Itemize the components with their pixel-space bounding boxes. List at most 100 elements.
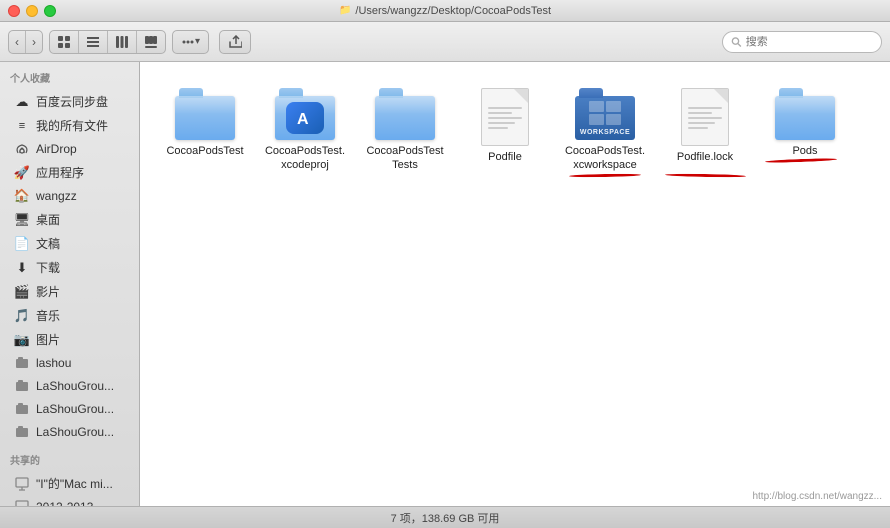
sidebar-label-lashougroup1: LaShouGrou... (36, 379, 114, 393)
folder-icon-testtest (375, 88, 435, 140)
sidebar-item-wangzz[interactable]: 🏠 wangzz (4, 185, 135, 207)
file-label-cocoatest: CocoaPodsTest (166, 144, 243, 158)
sidebar-item-apps[interactable]: 🚀 应用程序 (4, 161, 135, 184)
svg-text:A: A (297, 111, 309, 128)
lashougroup2-icon (14, 401, 30, 417)
sidebar-label-movies: 影片 (36, 283, 60, 300)
sidebar-label-lashou: lashou (36, 356, 71, 370)
sidebar-item-movies[interactable]: 🎬 影片 (4, 280, 135, 303)
2012-icon (14, 499, 30, 506)
sidebar-section-shared: 共享的 (0, 444, 139, 471)
apps-icon: 🚀 (14, 165, 30, 181)
file-label-xcodeproj: CocoaPodsTest.xcodeproj (264, 144, 346, 173)
file-label-testtest: CocoaPodsTestTests (364, 144, 446, 173)
file-podfile[interactable]: Podfile (460, 82, 550, 179)
file-label-workspace: CocoaPodsTest.xcworkspace (564, 144, 646, 173)
photos-icon: 📷 (14, 332, 30, 348)
back-button[interactable]: ‹ (9, 31, 26, 53)
sidebar-item-music[interactable]: 🎵 音乐 (4, 304, 135, 327)
folder-icon-cocoatest (175, 88, 235, 140)
lashougroup3-icon (14, 424, 30, 440)
sidebar-item-baidu[interactable]: ☁ 百度云同步盘 (4, 90, 135, 113)
doc-icon-podfile (481, 88, 529, 146)
sidebar-item-downloads[interactable]: ⬇ 下载 (4, 256, 135, 279)
content-area: CocoaPodsTest A CocoaPodsTest.xcodeproj (140, 62, 890, 506)
search-input[interactable] (746, 36, 873, 48)
airdrop-icon (14, 141, 30, 157)
sidebar-item-airdrop[interactable]: AirDrop (4, 138, 135, 160)
toolbar: ‹ › (0, 22, 890, 62)
file-label-podfile: Podfile (488, 150, 522, 164)
coverflow-view-button[interactable] (137, 31, 165, 53)
file-pods[interactable]: Pods (760, 82, 850, 164)
window-controls (8, 5, 56, 17)
list-view-button[interactable] (79, 31, 108, 53)
file-workspace[interactable]: WORKSPACE CocoaPodsTest.xcworkspace (560, 82, 650, 179)
sidebar-label-music: 音乐 (36, 307, 60, 324)
sidebar-label-lashougroup3: LaShouGrou... (36, 425, 114, 439)
file-podfilelock[interactable]: Podfile.lock (660, 82, 750, 179)
file-xcodeproj[interactable]: A CocoaPodsTest.xcodeproj (260, 82, 350, 179)
statusbar: 7 项，138.69 GB 可用 (0, 506, 890, 528)
red-underline-pods (764, 158, 836, 164)
lashougroup1-icon (14, 378, 30, 394)
baidu-icon: ☁ (14, 94, 30, 110)
sidebar-label-desktop: 桌面 (36, 211, 60, 228)
sidebar-item-lashou[interactable]: lashou (4, 352, 135, 374)
sidebar: 个人收藏 ☁ 百度云同步盘 ≡ 我的所有文件 AirDrop 🚀 应用程序 🏠 (0, 62, 140, 506)
wangzz-icon: 🏠 (14, 188, 30, 204)
mymac-icon (14, 476, 30, 492)
watermark: http://blog.csdn.net/wangzz... (752, 491, 882, 502)
docs-icon: 📄 (14, 236, 30, 252)
lashou-icon (14, 355, 30, 371)
sidebar-item-desktop[interactable]: 🖥 桌面 (4, 208, 135, 231)
close-button[interactable] (8, 5, 20, 17)
forward-button[interactable]: › (26, 31, 42, 53)
main-area: 个人收藏 ☁ 百度云同步盘 ≡ 我的所有文件 AirDrop 🚀 应用程序 🏠 (0, 62, 890, 506)
titlebar-path: 📁 /Users/wangzz/Desktop/CocoaPodsTest (339, 5, 551, 17)
column-view-button[interactable] (108, 31, 137, 53)
files-grid: CocoaPodsTest A CocoaPodsTest.xcodeproj (160, 82, 870, 179)
items-count: 7 项，138.69 GB 可用 (391, 510, 500, 526)
sidebar-item-mymac[interactable]: "I"的"Mac mi... (4, 472, 135, 495)
folder-icon-xcodeproj: A (275, 88, 335, 140)
desktop-icon: 🖥 (14, 212, 30, 228)
view-btn-group (49, 30, 166, 54)
sidebar-item-docs[interactable]: 📄 文稿 (4, 232, 135, 255)
downloads-icon: ⬇ (14, 260, 30, 276)
folder-icon-pods (775, 88, 835, 140)
workspace-icon: WORKSPACE (575, 88, 635, 140)
sidebar-item-photos[interactable]: 📷 图片 (4, 328, 135, 351)
sidebar-label-docs: 文稿 (36, 235, 60, 252)
sidebar-section-personal: 个人收藏 (0, 62, 139, 89)
red-underline-workspace (569, 173, 641, 177)
sidebar-item-2012[interactable]: 2012-2013... (4, 496, 135, 506)
file-label-pods: Pods (792, 144, 817, 158)
allfiles-icon: ≡ (14, 118, 30, 134)
search-box (722, 31, 882, 53)
movies-icon: 🎬 (14, 284, 30, 300)
minimize-button[interactable] (26, 5, 38, 17)
search-icon (731, 36, 742, 48)
file-label-podfilelock: Podfile.lock (677, 150, 733, 164)
sidebar-label-allfiles: 我的所有文件 (36, 117, 108, 134)
action-button[interactable]: ▾ (172, 30, 209, 54)
sidebar-item-allfiles[interactable]: ≡ 我的所有文件 (4, 114, 135, 137)
share-button[interactable] (219, 30, 251, 54)
icon-view-button[interactable] (50, 31, 79, 53)
sidebar-label-mymac: "I"的"Mac mi... (36, 475, 113, 492)
file-testtest[interactable]: CocoaPodsTestTests (360, 82, 450, 179)
sidebar-label-airdrop: AirDrop (36, 142, 77, 156)
maximize-button[interactable] (44, 5, 56, 17)
window-titlebar: 📁 /Users/wangzz/Desktop/CocoaPodsTest (0, 0, 890, 22)
sidebar-item-lashougroup3[interactable]: LaShouGrou... (4, 421, 135, 443)
file-cocoatest[interactable]: CocoaPodsTest (160, 82, 250, 179)
sidebar-label-photos: 图片 (36, 331, 60, 348)
sidebar-item-lashougroup2[interactable]: LaShouGrou... (4, 398, 135, 420)
sidebar-label-lashougroup2: LaShouGrou... (36, 402, 114, 416)
sidebar-item-lashougroup1[interactable]: LaShouGrou... (4, 375, 135, 397)
folder-icon: 📁 (339, 5, 351, 16)
nav-btn-group: ‹ › (8, 30, 43, 54)
music-icon: 🎵 (14, 308, 30, 324)
sidebar-label-wangzz: wangzz (36, 189, 77, 203)
